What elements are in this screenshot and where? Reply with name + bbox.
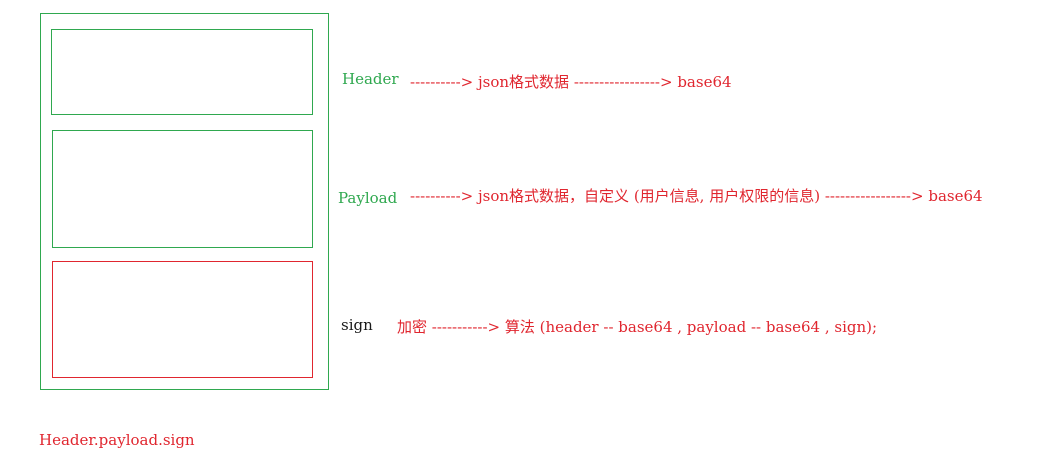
payload-label: Payload — [338, 189, 398, 207]
jwt-format-caption: Header.payload.sign — [39, 431, 195, 449]
header-flow-text: ----------> json格式数据 -----------------> … — [410, 73, 732, 91]
sign-flow-text: 加密 -----------> 算法 (header -- base64 , p… — [397, 318, 878, 336]
sign-label: sign — [341, 316, 373, 334]
sign-section-box — [52, 261, 313, 378]
payload-section-box — [52, 130, 313, 248]
header-label: Header — [342, 70, 399, 88]
payload-flow-text: ----------> json格式数据，自定义 (用户信息, 用户权限的信息)… — [410, 187, 983, 205]
header-section-box — [51, 29, 313, 115]
